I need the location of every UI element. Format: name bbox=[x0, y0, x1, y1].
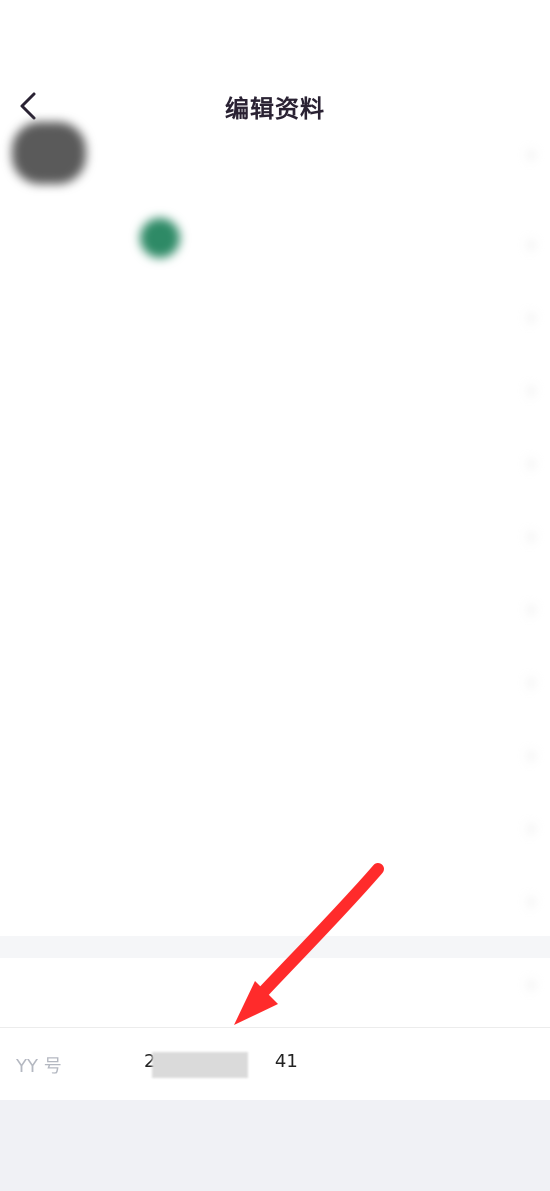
profile-row[interactable]: › bbox=[0, 719, 550, 791]
chevron-right-icon: › bbox=[526, 376, 536, 404]
profile-row[interactable]: › bbox=[0, 500, 550, 572]
yy-number-row: YY 号 2 41 bbox=[0, 1027, 550, 1101]
profile-row[interactable]: › bbox=[0, 792, 550, 864]
privacy-blur bbox=[152, 1052, 248, 1078]
profile-row[interactable]: › bbox=[0, 354, 550, 426]
yy-number-label: YY 号 bbox=[16, 1056, 62, 1077]
profile-row[interactable]: › bbox=[0, 208, 550, 280]
chevron-right-icon: › bbox=[526, 741, 536, 769]
chevron-right-icon: › bbox=[526, 522, 536, 550]
chevron-right-icon: › bbox=[526, 595, 536, 623]
profile-row[interactable]: › bbox=[0, 427, 550, 499]
chevron-right-icon: › bbox=[526, 970, 536, 998]
bottom-area bbox=[0, 1100, 550, 1191]
chevron-right-icon: › bbox=[526, 668, 536, 696]
profile-row[interactable]: › bbox=[0, 646, 550, 718]
profile-avatar-row[interactable]: › bbox=[0, 118, 550, 190]
annotation-arrow bbox=[234, 863, 384, 1025]
avatar bbox=[12, 122, 86, 184]
chevron-right-icon: › bbox=[526, 814, 536, 842]
chevron-right-icon: › bbox=[526, 303, 536, 331]
yy-number-suffix: 41 bbox=[274, 1051, 298, 1072]
status-badge bbox=[140, 218, 180, 258]
chevron-right-icon: › bbox=[526, 449, 536, 477]
profile-row[interactable]: › bbox=[0, 281, 550, 353]
chevron-right-icon: › bbox=[526, 230, 536, 258]
chevron-right-icon: › bbox=[526, 140, 536, 168]
chevron-right-icon: › bbox=[526, 887, 536, 915]
profile-row[interactable]: › bbox=[0, 573, 550, 645]
